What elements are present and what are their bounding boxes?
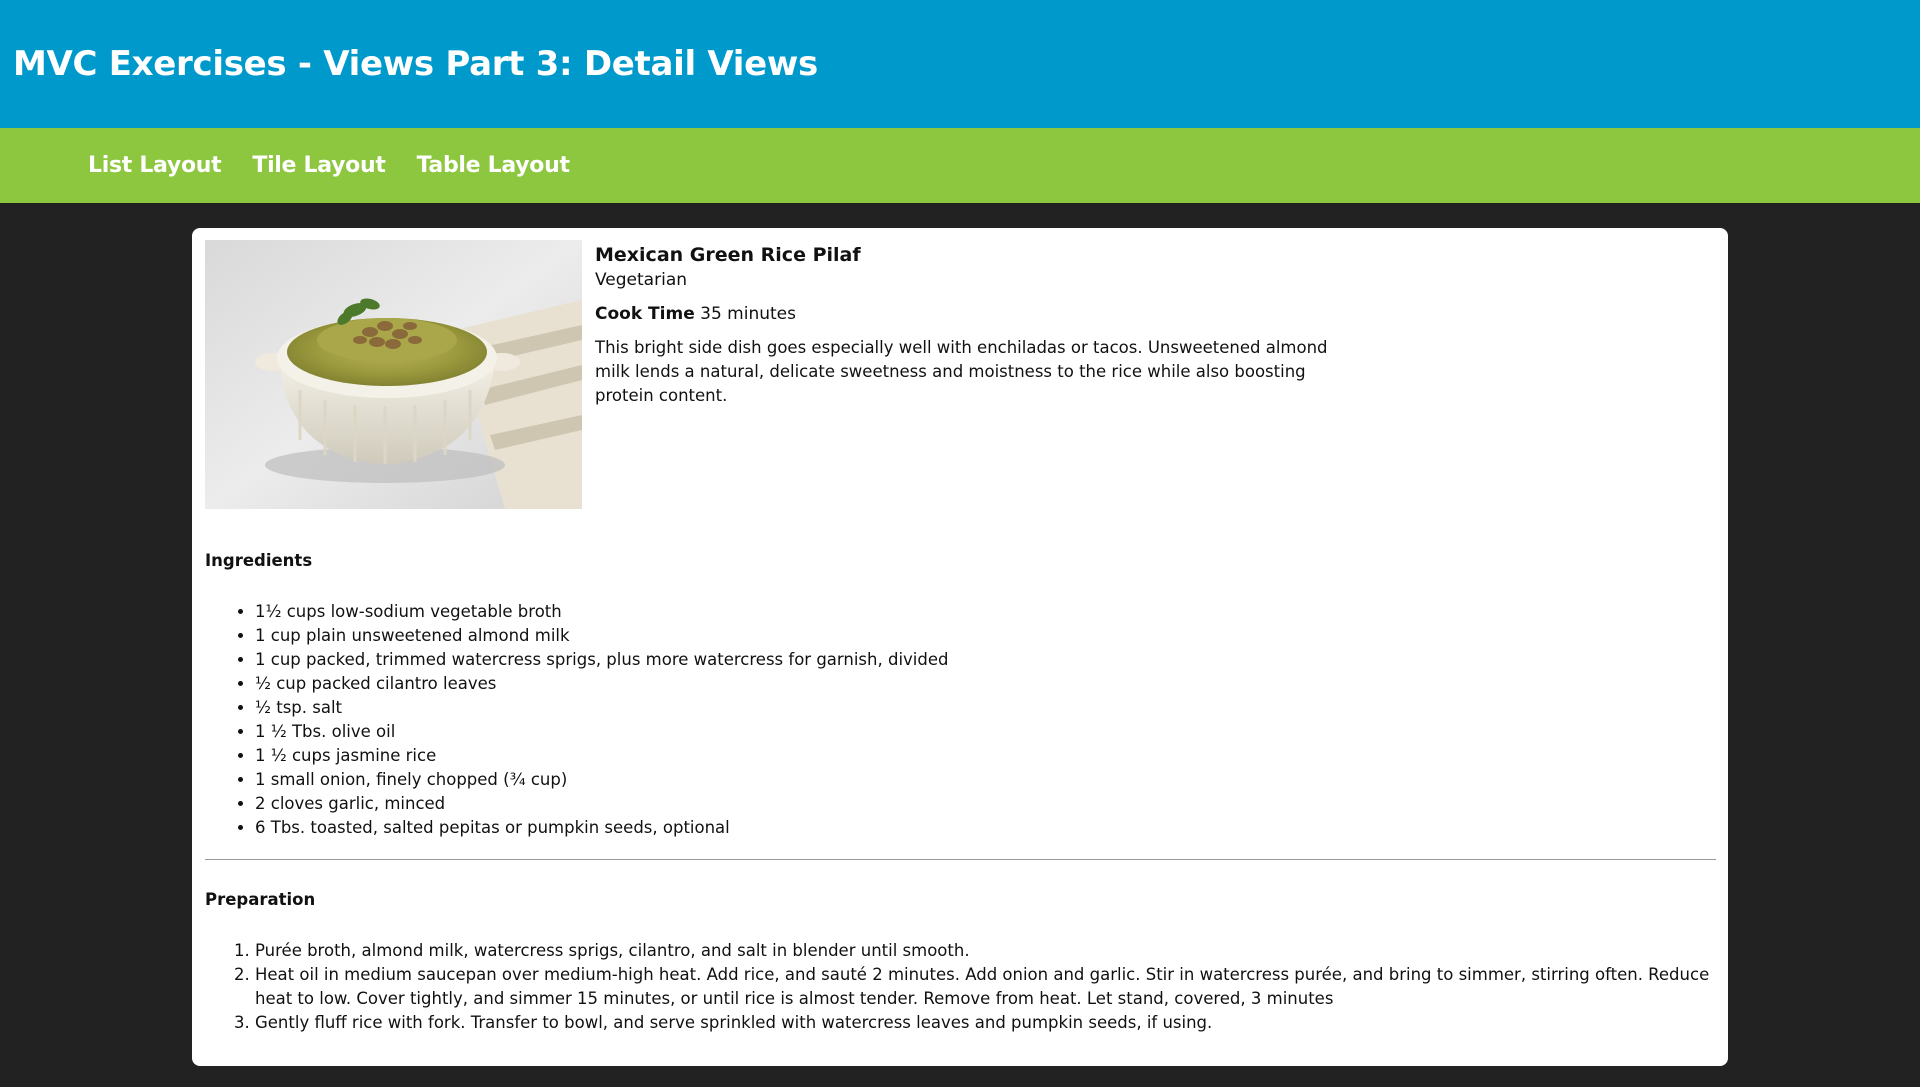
page-header: MVC Exercises - Views Part 3: Detail Vie… xyxy=(0,0,1920,128)
recipe-category: Vegetarian xyxy=(595,270,688,290)
ingredient-item: 1 cup plain unsweetened almond milk xyxy=(255,624,1705,648)
preparation-heading: Preparation xyxy=(205,890,316,909)
nav-bar: List Layout Tile Layout Table Layout xyxy=(0,128,1920,203)
recipe-detail-card: Mexican Green Rice Pilaf Vegetarian Cook… xyxy=(192,228,1728,1066)
nav-link-list-layout[interactable]: List Layout xyxy=(88,153,222,178)
recipe-description: This bright side dish goes especially we… xyxy=(595,338,1328,405)
ingredient-item: ½ tsp. salt xyxy=(255,696,1705,720)
preparation-step: Gently fluff rice with fork. Transfer to… xyxy=(255,1011,1716,1035)
recipe-image xyxy=(205,240,582,509)
cook-time-label: Cook Time xyxy=(595,304,695,324)
cook-time-value: 35 minutes xyxy=(700,304,796,324)
ingredient-item: 2 cloves garlic, minced xyxy=(255,792,1705,816)
ingredient-item: ½ cup packed cilantro leaves xyxy=(255,672,1705,696)
ingredient-item: 1 ½ cups jasmine rice xyxy=(255,744,1705,768)
ingredient-item: 1 cup packed, trimmed watercress sprigs,… xyxy=(255,648,1705,672)
nav-link-tile-layout[interactable]: Tile Layout xyxy=(252,153,386,178)
ingredient-item: 6 Tbs. toasted, salted pepitas or pumpki… xyxy=(255,816,1705,840)
recipe-name: Mexican Green Rice Pilaf xyxy=(595,244,861,266)
ingredients-heading: Ingredients xyxy=(205,551,313,570)
page-title: MVC Exercises - Views Part 3: Detail Vie… xyxy=(13,44,818,84)
preparation-step: Heat oil in medium saucepan over medium-… xyxy=(255,963,1716,1011)
nav-link-table-layout[interactable]: Table Layout xyxy=(417,153,570,178)
ingredients-list: 1½ cups low-sodium vegetable broth 1 cup… xyxy=(205,600,1705,840)
ingredient-item: 1 small onion, finely chopped (¾ cup) xyxy=(255,768,1705,792)
nav-list: List Layout Tile Layout Table Layout xyxy=(88,128,601,203)
recipe-detail: Mexican Green Rice Pilaf Vegetarian Cook… xyxy=(595,242,1375,408)
preparation-steps-list: Purée broth, almond milk, watercress spr… xyxy=(205,939,1716,1035)
cook-time: Cook Time 35 minutes xyxy=(595,302,1375,326)
ingredient-item: 1½ cups low-sodium vegetable broth xyxy=(255,600,1705,624)
section-divider xyxy=(205,859,1716,860)
preparation-step: Purée broth, almond milk, watercress spr… xyxy=(255,939,1716,963)
ingredient-item: 1 ½ Tbs. olive oil xyxy=(255,720,1705,744)
